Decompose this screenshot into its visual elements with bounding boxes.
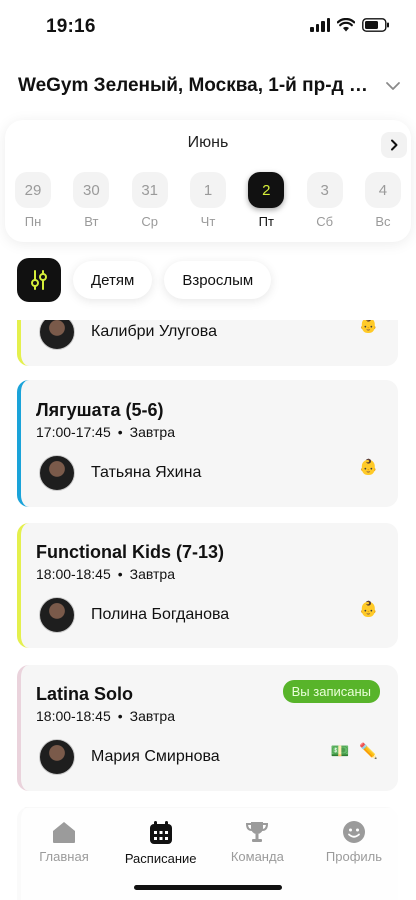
avatar: [39, 455, 75, 491]
class-time-range: 17:00-17:45: [36, 424, 111, 440]
tab-label: Главная: [39, 849, 89, 864]
status-icons: [310, 18, 390, 32]
trainer-row: Мария Смирнова: [39, 739, 220, 775]
class-time-range: 18:00-18:45: [36, 566, 111, 582]
wifi-icon: [337, 18, 355, 32]
day-weekday: Пт: [258, 214, 274, 229]
class-card[interactable]: Калибри Улугова 👶: [17, 320, 398, 366]
tab-home[interactable]: Главная: [24, 820, 104, 866]
day-item-selected[interactable]: 2 Пт: [248, 172, 285, 229]
class-day: Завтра: [129, 708, 175, 724]
trainer-name: Татьяна Яхина: [91, 464, 202, 481]
class-time: 18:00-18:45 • Завтра: [36, 708, 175, 724]
day-item[interactable]: 3 Сб: [306, 172, 343, 229]
day-item[interactable]: 1 Чт: [189, 172, 226, 229]
class-day: Завтра: [129, 566, 175, 582]
trainer-row: Полина Богданова: [39, 597, 229, 633]
class-day: Завтра: [129, 424, 175, 440]
class-title: Latina Solo: [36, 684, 134, 704]
day-number: 29: [15, 172, 51, 208]
class-time: 18:00-18:45 • Завтра: [36, 566, 175, 582]
avatar: [39, 320, 75, 350]
day-number: 1: [189, 172, 226, 208]
filter-bar: Детям Взрослым: [17, 258, 272, 302]
baby-icon: 👶: [359, 459, 378, 476]
profile-icon: [342, 821, 365, 843]
status-time: 19:16: [46, 16, 96, 37]
chevron-right-icon: [391, 139, 398, 151]
filter-chip-adults[interactable]: Взрослым: [164, 261, 272, 299]
status-bar: 19:16: [0, 0, 416, 54]
day-weekday: Чт: [200, 214, 216, 229]
tab-label: Расписание: [124, 851, 197, 866]
day-weekday: Вт: [84, 214, 99, 229]
filter-chip-kids[interactable]: Детям: [73, 261, 153, 299]
day-strip: 29 Пн 30 Вт 31 Ср 1 Чт 2 Пт 3 Сб 4 Вс: [15, 172, 401, 229]
tab-profile[interactable]: Профиль: [314, 820, 394, 866]
tab-label: Команда: [230, 849, 284, 864]
trainer-name: Полина Богданова: [91, 606, 230, 623]
month-label: Июнь: [187, 134, 229, 151]
sliders-icon: [31, 270, 47, 290]
day-item[interactable]: 30 Вт: [73, 172, 110, 229]
calendar-card: Июнь 29 Пн 30 Вт 31 Ср 1 Чт 2 Пт 3 Сб 4: [5, 120, 411, 242]
next-month-button[interactable]: [381, 132, 407, 158]
day-weekday: Пн: [24, 214, 42, 229]
home-indicator: [134, 885, 282, 890]
day-weekday: Ср: [141, 214, 158, 229]
calendar-icon: [149, 821, 172, 844]
tab-label: Профиль: [325, 849, 383, 864]
day-number: 2: [248, 172, 285, 208]
tab-team[interactable]: Команда: [217, 820, 297, 866]
pencil-icon[interactable]: ✏️: [359, 742, 378, 760]
class-time-range: 18:00-18:45: [36, 708, 111, 724]
class-title: Лягушата (5-6): [36, 400, 164, 420]
trainer-row: Татьяна Яхина: [39, 455, 201, 491]
class-title: Functional Kids (7-13): [36, 542, 225, 562]
gym-selector[interactable]: WeGym Зеленый, Москва, 1-й пр-д П...: [18, 70, 402, 102]
trophy-icon: [246, 822, 269, 842]
class-card[interactable]: Functional Kids (7-13) 18:00-18:45 • Завтр…: [17, 523, 398, 648]
home-icon: [53, 822, 75, 843]
day-item[interactable]: 4 Вс: [364, 172, 401, 229]
day-number: 31: [131, 172, 168, 208]
class-time: 17:00-17:45 • Завтра: [36, 424, 175, 440]
class-card[interactable]: Latina Solo Вы записаны 18:00-18:45 • Завт…: [17, 665, 398, 791]
baby-icon: 👶: [359, 320, 378, 334]
money-icon[interactable]: 💵: [331, 742, 350, 760]
day-number: 30: [73, 172, 110, 208]
filter-button[interactable]: [17, 258, 61, 302]
gym-title: WeGym Зеленый, Москва, 1-й пр-д П...: [18, 75, 370, 96]
day-weekday: Сб: [316, 214, 334, 229]
tab-bar: Главная Расписание Команда Профиль: [0, 808, 416, 900]
day-weekday: Вс: [375, 214, 391, 229]
tab-schedule[interactable]: Расписание: [121, 820, 201, 866]
day-number: 3: [306, 172, 343, 208]
signal-icon: [310, 18, 330, 32]
status-badge: Вы записаны: [282, 680, 380, 703]
avatar: [39, 597, 75, 633]
day-item[interactable]: 31 Ср: [131, 172, 168, 229]
day-item[interactable]: 29 Пн: [15, 172, 51, 229]
trainer-name: Мария Смирнова: [91, 748, 220, 765]
trainer-row: Калибри Улугова: [39, 320, 217, 350]
class-actions: 💵 ✏️: [331, 742, 378, 760]
class-card[interactable]: Лягушата (5-6) 17:00-17:45 • Завтра Татьян…: [17, 380, 398, 507]
battery-icon: [362, 18, 390, 32]
day-number: 4: [364, 172, 401, 208]
chevron-down-icon: [386, 82, 400, 90]
trainer-name: Калибри Улугова: [91, 323, 217, 340]
avatar: [39, 739, 75, 775]
baby-icon: 👶: [359, 601, 378, 618]
